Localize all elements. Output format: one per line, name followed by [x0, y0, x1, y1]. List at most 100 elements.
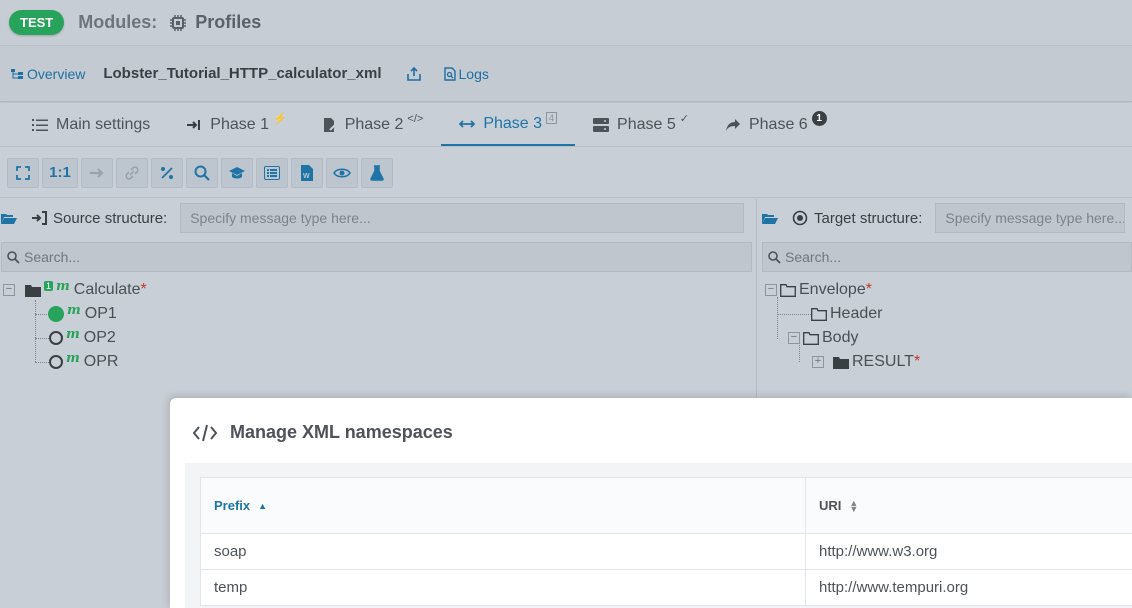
test-button[interactable] — [361, 157, 393, 188]
table-row[interactable]: temp http://www.tempuri.org — [201, 570, 1132, 606]
required-marker: * — [913, 353, 921, 370]
code-icon — [192, 424, 218, 441]
target-structure-label: Target structure: — [814, 209, 923, 227]
tree-node[interactable]: m OPR — [49, 351, 118, 373]
tree-connector — [35, 314, 49, 315]
share-icon — [725, 118, 740, 131]
tree-connector — [35, 362, 49, 363]
tab-label: Phase 3 — [483, 114, 543, 132]
arrow-right-button[interactable] — [81, 157, 113, 188]
tab-label: Phase 5 — [617, 115, 676, 133]
tree-connector — [35, 338, 49, 339]
folder-icon — [25, 284, 41, 297]
source-message-type-input[interactable]: Specify message type here... — [180, 203, 745, 233]
node-name: Body — [822, 329, 859, 346]
target-search-input[interactable]: Search... — [762, 242, 1132, 272]
tutorial-button[interactable] — [221, 157, 253, 188]
link-button[interactable] — [116, 157, 148, 188]
manage-namespaces-dialog: Manage XML namespaces Prefix ▲ URI ▲ ▼ so… — [170, 398, 1132, 608]
namespace-table: Prefix ▲ URI ▲ ▼ soap http://www.w3.org t… — [200, 477, 1132, 606]
search-icon — [7, 250, 20, 264]
logs-link[interactable]: Logs — [443, 65, 489, 82]
search-placeholder: Search... — [785, 249, 842, 265]
column-label: URI — [819, 498, 842, 513]
tab-label: Phase 6 — [748, 115, 808, 133]
source-search-input[interactable]: Search... — [1, 242, 752, 272]
search-button[interactable] — [186, 157, 218, 188]
profiles-link[interactable]: Profiles — [195, 12, 261, 33]
tree-connector — [777, 297, 778, 339]
tab-phase-1[interactable]: Main settings Phase 1 ⚡ — [168, 103, 304, 146]
node-name: Calculate — [73, 281, 141, 298]
overview-link[interactable]: Overview — [10, 66, 85, 82]
tree-node-body[interactable]: − Body — [788, 327, 858, 349]
unmapped-indicator — [49, 355, 63, 369]
node-name: OP2 — [83, 329, 116, 346]
tree-node[interactable]: m OP2 — [49, 327, 116, 349]
column-label: Prefix — [214, 498, 251, 513]
node-name: Envelope — [799, 281, 866, 298]
uri-column-header[interactable]: URI ▲ ▼ — [806, 478, 1132, 533]
fullscreen-button[interactable] — [7, 157, 39, 188]
collapse-toggle[interactable]: − — [3, 284, 15, 296]
prefix-cell: soap — [201, 534, 806, 569]
tree-connector — [777, 314, 811, 315]
tree-node-result[interactable]: + RESULT * — [812, 351, 920, 373]
occurrence-badge: 1 — [44, 281, 54, 291]
table-row[interactable]: soap http://www.w3.org — [201, 534, 1132, 570]
tab-phase-3[interactable]: Phase 3 4 — [441, 103, 576, 146]
percent-button[interactable] — [151, 157, 183, 188]
tab-label: Phase 1 — [210, 115, 269, 133]
required-marker: * — [865, 281, 872, 298]
tree-node[interactable]: m OP1 — [48, 303, 117, 325]
target-icon — [792, 210, 808, 226]
list-icon — [32, 118, 48, 131]
mandatory-badge: m — [56, 278, 70, 294]
tree-node-header[interactable]: Header — [811, 303, 882, 325]
search-icon — [768, 250, 781, 264]
link-icon — [125, 165, 139, 180]
logs-label: Logs — [458, 65, 489, 82]
collapse-toggle[interactable]: − — [765, 284, 777, 296]
dialog-title-text: Manage XML namespaces — [230, 422, 453, 442]
file-search-icon — [443, 66, 456, 81]
tab-label: Main settings — [56, 115, 151, 133]
source-structure-header: Source structure: Specify message type h… — [0, 199, 756, 237]
node-name: OPR — [83, 353, 119, 370]
target-message-type-input[interactable]: Specify message type here... — [935, 203, 1126, 233]
folder-open-icon[interactable] — [1, 212, 17, 225]
overview-label: Overview — [27, 65, 86, 82]
mandatory-badge: m — [67, 302, 81, 318]
profile-title-bar: Overview Lobster_Tutorial_HTTP_calculato… — [0, 46, 1132, 102]
tree-node-envelope[interactable]: − Envelope * — [765, 279, 872, 301]
sort-icon: ▲ ▼ — [849, 497, 859, 514]
dialog-body: Prefix ▲ URI ▲ ▼ soap http://www.w3.org t… — [185, 463, 1132, 608]
collapse-toggle[interactable]: − — [788, 332, 800, 344]
prefix-column-header[interactable]: Prefix ▲ — [201, 478, 806, 533]
svg-text:W: W — [303, 173, 310, 180]
unmapped-indicator — [49, 331, 63, 345]
sign-in-icon — [187, 119, 201, 130]
graduation-cap-icon — [229, 166, 245, 178]
preview-button[interactable] — [326, 157, 358, 188]
tab-phase-6[interactable]: Phase 6 1 — [707, 103, 845, 146]
tab-phase-2[interactable]: Phase 2 </> — [305, 103, 442, 146]
tree-node-root[interactable]: − 1 m Calculate * — [3, 279, 147, 301]
environment-badge: TEST — [9, 10, 65, 35]
word-export-button[interactable]: W — [291, 157, 323, 188]
folder-icon — [833, 356, 849, 369]
expand-toggle[interactable]: + — [812, 356, 824, 368]
uri-cell: http://www.tempuri.org — [819, 579, 969, 596]
mandatory-badge: m — [66, 350, 80, 366]
folder-outline-icon — [811, 307, 827, 321]
tab-phase-5[interactable]: Phase 5 ✓ — [575, 103, 707, 146]
folder-outline-icon — [803, 331, 819, 345]
mandatory-badge: m — [66, 326, 80, 342]
export-button[interactable] — [406, 66, 422, 82]
tab-main-settings[interactable]: Main settings — [14, 103, 168, 146]
list-view-button[interactable] — [256, 157, 288, 188]
folder-open-icon[interactable] — [762, 212, 778, 225]
node-name: Header — [830, 305, 883, 322]
arrows-horizontal-icon — [459, 119, 476, 128]
actual-size-button[interactable]: 1:1 — [42, 157, 78, 188]
